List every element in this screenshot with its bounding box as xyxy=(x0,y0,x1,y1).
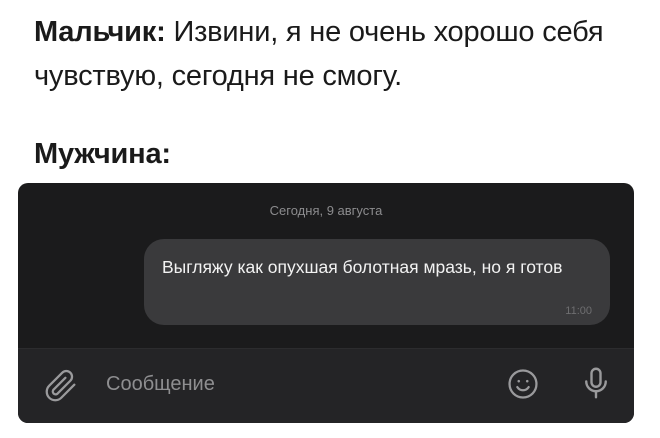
message-input-bar: Сообщение xyxy=(18,348,634,423)
message-text: Выгляжу как опухшая болотная мразь, но я… xyxy=(162,257,563,277)
paperclip-icon[interactable] xyxy=(44,369,78,403)
microphone-icon[interactable] xyxy=(578,365,614,401)
date-separator: Сегодня, 9 августа xyxy=(269,203,383,218)
chat-screenshot: Сегодня, 9 августа Выгляжу как опухшая б… xyxy=(18,183,634,423)
message-bubble[interactable]: Выгляжу как опухшая болотная мразь, но я… xyxy=(144,239,610,325)
emoji-icon[interactable] xyxy=(506,367,540,401)
message-input[interactable]: Сообщение xyxy=(106,373,215,396)
caption-boy: Мальчик: Извини, я не очень хорошо себя … xyxy=(34,10,634,98)
message-time: 11:00 xyxy=(565,305,592,317)
caption-boy-speaker: Мальчик: xyxy=(34,16,166,48)
caption-man-speaker: Мужчина: xyxy=(34,138,171,170)
caption-man: Мужчина: xyxy=(34,132,171,176)
